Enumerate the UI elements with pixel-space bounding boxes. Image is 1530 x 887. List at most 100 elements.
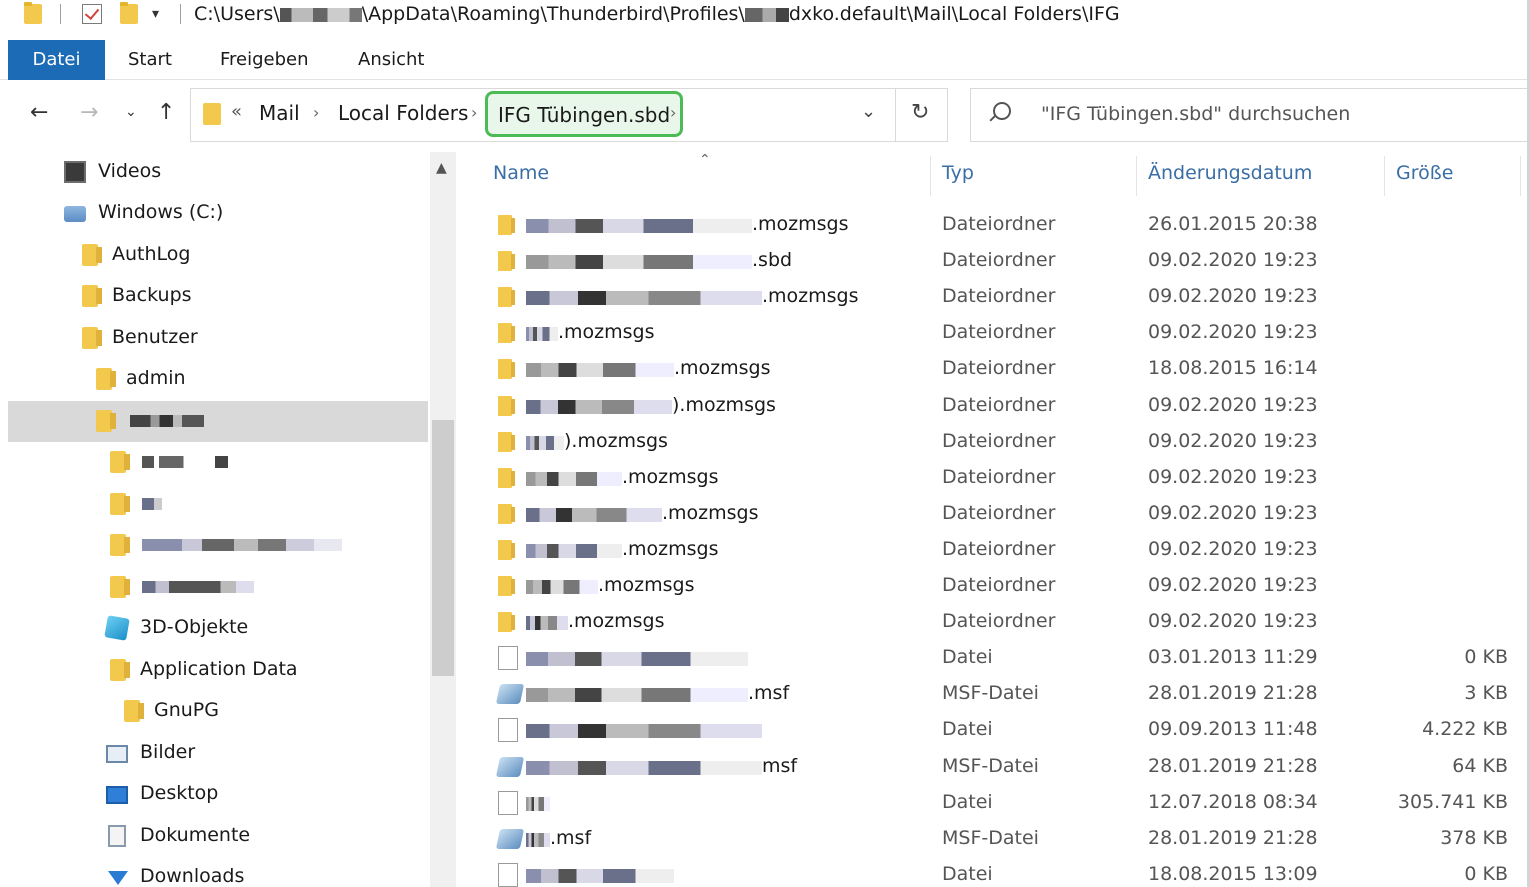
tab-start[interactable]: Start (128, 40, 172, 80)
nav-item-desktop[interactable]: Desktop (8, 774, 428, 815)
file-row[interactable]: .sbd Dateiordner 09.02.2020 19:23 (480, 244, 1530, 280)
back-arrow-icon[interactable]: ← (30, 100, 48, 125)
file-row[interactable]: Datei 09.09.2013 11:48 4.222 KB (480, 713, 1530, 749)
properties-checkbox-icon[interactable] (82, 4, 102, 24)
breadcrumb-current[interactable]: IFG Tübingen.sbd (485, 91, 684, 137)
nav-item-backups[interactable]: Backups (8, 276, 428, 317)
file-row[interactable]: .msf MSF-Datei 28.01.2019 21:28 3 KB (480, 677, 1530, 713)
file-row[interactable]: .mozmsgs Dateiordner 09.02.2020 19:23 (480, 461, 1530, 497)
redacted-filename (526, 543, 622, 558)
file-row[interactable]: Datei 12.07.2018 08:34 305.741 KB (480, 786, 1530, 822)
folder-icon (82, 244, 102, 266)
file-date: 28.01.2019 21:28 (1148, 682, 1318, 705)
nav-item-redacted-3[interactable] (8, 525, 428, 566)
folder-icon (498, 431, 515, 452)
folder-icon (110, 659, 130, 681)
quick-access-dropdown-icon[interactable]: ▾ (152, 6, 159, 22)
nav-item-redacted-1[interactable] (8, 442, 428, 483)
file-name: .mozmsgs (622, 465, 719, 488)
refresh-button[interactable]: ↻ (896, 88, 948, 142)
file-row[interactable]: .mozmsgs Dateiordner 26.01.2015 20:38 (480, 208, 1530, 244)
file-row[interactable]: Datei 18.08.2015 13:09 0 KB (480, 858, 1530, 887)
divider (180, 4, 181, 24)
file-date: 28.01.2019 21:28 (1148, 754, 1318, 777)
breadcrumb-mail[interactable]: Mail (259, 101, 300, 125)
file-size: 378 KB (1440, 826, 1508, 849)
breadcrumb-chevron-icon[interactable]: › (313, 103, 319, 122)
new-folder-icon[interactable] (120, 2, 138, 24)
redacted-name (130, 415, 204, 427)
nav-item-authlog[interactable]: AuthLog (8, 235, 428, 276)
breadcrumb-chevron-icon[interactable]: › (670, 103, 676, 122)
folder-icon (498, 359, 515, 380)
address-dropdown-icon[interactable]: ⌄ (861, 101, 876, 122)
navigation-pane: Videos Windows (C:) AuthLog Backups Benu… (8, 152, 428, 887)
nav-item-application-data[interactable]: Application Data (8, 650, 428, 691)
file-row[interactable]: ).mozmsgs Dateiordner 09.02.2020 19:23 (480, 425, 1530, 461)
nav-item-3d-objekte[interactable]: 3D-Objekte (8, 608, 428, 649)
file-row[interactable]: ).mozmsgs Dateiordner 09.02.2020 19:23 (480, 389, 1530, 425)
file-row[interactable]: .mozmsgs Dateiordner 09.02.2020 19:23 (480, 316, 1530, 352)
column-header-name[interactable]: Name (493, 162, 549, 184)
file-row[interactable]: .mozmsgs Dateiordner 18.08.2015 16:14 (480, 352, 1530, 388)
nav-item-redacted-4[interactable] (8, 567, 428, 608)
folder-icon (110, 534, 130, 556)
file-row[interactable]: msf MSF-Datei 28.01.2019 21:28 64 KB (480, 750, 1530, 786)
file-type: Dateiordner (942, 465, 1056, 488)
tab-datei[interactable]: Datei (8, 40, 105, 80)
file-name: .mozmsgs (598, 574, 695, 596)
nav-item-windows-c[interactable]: Windows (C:) (8, 193, 428, 234)
column-header-date[interactable]: Änderungsdatum (1148, 162, 1312, 184)
nav-item-admin[interactable]: admin (8, 359, 428, 400)
file-type: Dateiordner (942, 357, 1056, 380)
breadcrumb-chevron-icon[interactable]: › (471, 103, 477, 122)
up-arrow-icon[interactable]: ↑ (157, 100, 175, 125)
file-date: 12.07.2018 08:34 (1148, 790, 1318, 813)
search-box[interactable]: "IFG Tübingen.sbd" durchsuchen (970, 88, 1530, 142)
overflow-chevron-icon[interactable]: « (231, 101, 242, 122)
nav-scrollbar[interactable]: ▲ (430, 152, 456, 887)
column-header-size[interactable]: Größe (1396, 162, 1453, 184)
nav-item-videos[interactable]: Videos (8, 152, 428, 193)
scroll-up-arrow-icon[interactable]: ▲ (436, 160, 447, 176)
search-icon (993, 102, 1011, 120)
documents-icon (108, 825, 126, 847)
nav-item-bilder[interactable]: Bilder (8, 733, 428, 774)
file-row[interactable]: .mozmsgs Dateiordner 09.02.2020 19:23 (480, 533, 1530, 569)
file-row[interactable]: .msf MSF-Datei 28.01.2019 21:28 378 KB (480, 822, 1530, 858)
nav-item-dokumente[interactable]: Dokumente (8, 816, 428, 857)
file-row[interactable]: Datei 03.01.2013 11:29 0 KB (480, 641, 1530, 677)
file-row[interactable]: .mozmsgs Dateiordner 09.02.2020 19:23 (480, 569, 1530, 605)
file-date: 26.01.2015 20:38 (1148, 213, 1318, 235)
column-header-type[interactable]: Typ (942, 162, 974, 184)
forward-arrow-icon[interactable]: → (80, 100, 98, 125)
nav-item-redacted-user[interactable] (8, 401, 428, 442)
nav-item-label: admin (126, 367, 186, 389)
nav-item-label: Benutzer (112, 326, 198, 348)
file-row[interactable]: .mozmsgs Dateiordner 09.02.2020 19:23 (480, 280, 1530, 316)
nav-item-label: 3D-Objekte (140, 616, 249, 638)
file-row[interactable]: .mozmsgs Dateiordner 09.02.2020 19:23 (480, 605, 1530, 641)
address-bar[interactable]: « Mail › Local Folders › IFG Tübingen.sb… (190, 88, 896, 142)
file-name: .sbd (752, 249, 793, 272)
file-name: .mozmsgs (762, 285, 859, 308)
redacted-filename (526, 399, 672, 414)
breadcrumb-local-folders[interactable]: Local Folders (338, 101, 468, 125)
tab-freigeben[interactable]: Freigeben (220, 40, 309, 80)
file-date: 09.02.2020 19:23 (1148, 501, 1318, 524)
path-suffix: dxko.default\Mail\Local Folders\IFG (788, 3, 1120, 25)
nav-item-gnupg[interactable]: GnuPG (8, 691, 428, 732)
redacted-filename (526, 219, 752, 233)
nav-item-downloads[interactable]: Downloads (8, 857, 428, 887)
nav-item-redacted-2[interactable] (8, 484, 428, 525)
file-type: Dateiordner (942, 429, 1056, 452)
file-type: Dateiordner (942, 537, 1056, 560)
path-prefix: C:\Users\ (194, 3, 280, 25)
file-row[interactable]: .mozmsgs Dateiordner 09.02.2020 19:23 (480, 497, 1530, 533)
navigation-row: ← → ⌄ ↑ « Mail › Local Folders › IFG Tüb… (0, 88, 1530, 144)
recent-locations-chevron-icon[interactable]: ⌄ (125, 104, 137, 120)
nav-item-benutzer[interactable]: Benutzer (8, 318, 428, 359)
divider (60, 4, 61, 24)
tab-ansicht[interactable]: Ansicht (358, 40, 424, 80)
scroll-thumb[interactable] (432, 420, 454, 676)
